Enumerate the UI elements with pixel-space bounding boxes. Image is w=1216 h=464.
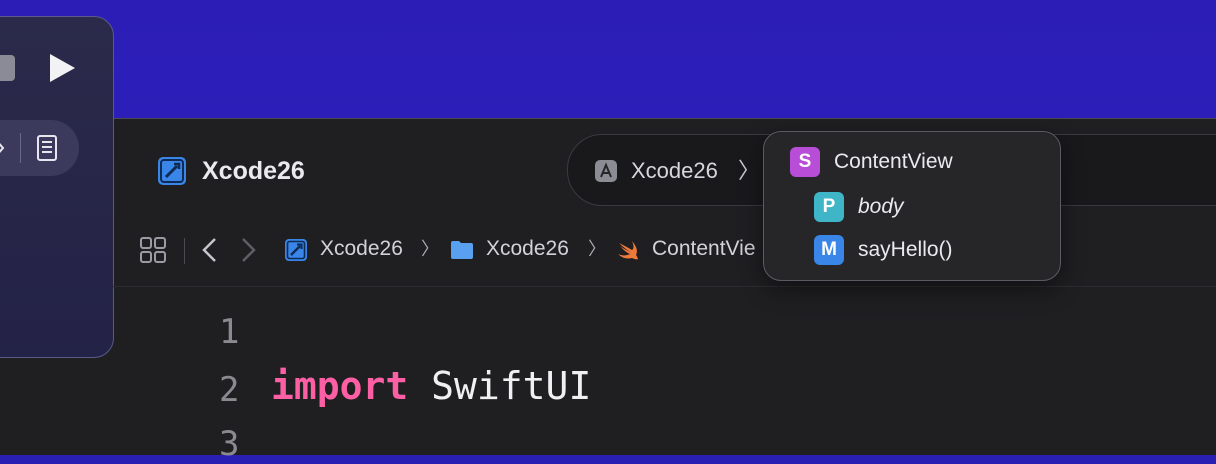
stop-button[interactable] <box>0 55 15 81</box>
menu-item-contentview[interactable]: S ContentView <box>790 147 953 177</box>
line-number: 2 <box>219 370 240 410</box>
symbol-popup-menu: S ContentView P body M sayHello() <box>763 131 1061 281</box>
report-icon[interactable] <box>36 134 58 162</box>
chevron-right-icon[interactable] <box>238 236 258 264</box>
line-number: 3 <box>219 424 240 464</box>
chevron-left-icon[interactable] <box>200 236 220 264</box>
method-icon: M <box>814 235 844 265</box>
desktop-background <box>0 0 1216 118</box>
jumpbar-chevron: 〉 <box>588 239 606 259</box>
folder-icon <box>451 241 473 259</box>
jumpbar-chevron: 〉 <box>421 239 439 259</box>
menu-item-label: ContentView <box>834 150 953 173</box>
related-items-grid-icon[interactable] <box>140 237 166 263</box>
scheme-chevron: 〉 <box>738 158 761 183</box>
property-icon: P <box>814 192 844 222</box>
line-number: 1 <box>219 312 240 352</box>
pill-divider <box>20 133 21 163</box>
scheme-label[interactable]: Xcode26 <box>631 156 718 186</box>
sidebar-panel <box>0 16 114 358</box>
keyword-import: import <box>271 364 409 408</box>
module-name: SwiftUI <box>431 364 592 408</box>
run-button[interactable] <box>47 52 77 84</box>
code-line-2[interactable]: import SwiftUI <box>271 366 591 406</box>
menu-item-label: sayHello() <box>858 238 953 261</box>
jumpbar-divider <box>184 238 185 264</box>
play-icon <box>50 54 75 82</box>
project-title: Xcode26 <box>202 157 305 185</box>
xcode-project-icon <box>285 239 307 261</box>
struct-icon: S <box>790 147 820 177</box>
swift-icon <box>618 241 638 260</box>
jumpbar-item-folder[interactable]: Xcode26 <box>486 234 569 264</box>
xcode-project-icon <box>158 157 186 185</box>
menu-item-label: body <box>858 195 904 218</box>
navigator-pill <box>0 120 79 176</box>
menu-item-sayhello[interactable]: M sayHello() <box>814 235 953 265</box>
jumpbar-bottom-divider <box>113 286 1216 287</box>
tag-icon[interactable] <box>0 138 5 158</box>
jumpbar-item-file[interactable]: ContentVie <box>652 234 756 264</box>
app-store-icon <box>595 160 617 182</box>
menu-item-body[interactable]: P body <box>814 192 904 222</box>
jumpbar-item-project[interactable]: Xcode26 <box>320 234 403 264</box>
